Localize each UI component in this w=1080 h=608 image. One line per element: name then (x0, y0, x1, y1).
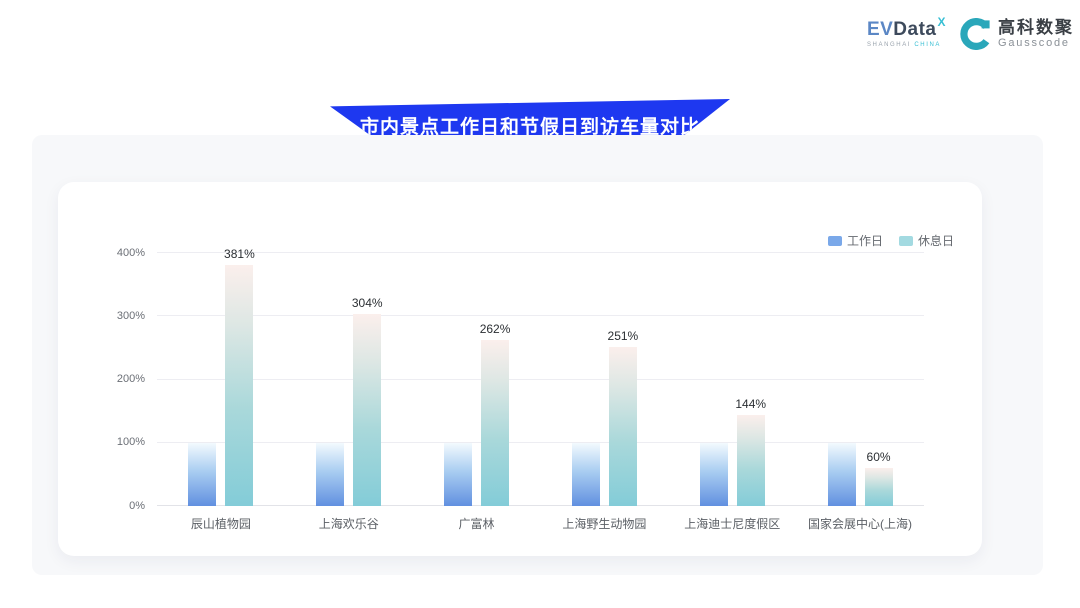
bar-workday[interactable] (444, 443, 472, 506)
evdata-subtext: SHANGHAI CHINA (867, 42, 946, 48)
bar-value-label: 60% (867, 450, 891, 464)
category-label: 上海欢乐谷 (319, 515, 379, 532)
y-axis-tick: 400% (117, 247, 145, 259)
evdata-data-text: Data (893, 20, 936, 39)
bar-workday[interactable] (700, 443, 728, 506)
bar-restday[interactable]: 262% (481, 340, 509, 506)
chart-card: 工作日休息日 0%100%200%300%400%381%辰山植物园304%上海… (58, 182, 982, 556)
bar-value-label: 144% (735, 397, 766, 411)
evdata-subtext-right: CHINA (914, 42, 941, 48)
header-logos: EVDataX SHANGHAI CHINA 高科数聚 Gausscode (867, 18, 1074, 50)
bar-groups: 381%辰山植物园 304%上海欢乐谷 262%广富林 251%上海野生动物园 144%… (157, 253, 924, 506)
evdata-wordmark: EVDataX (867, 20, 946, 39)
gausscode-cn-text: 高科数聚 (998, 19, 1074, 38)
category-label: 上海野生动物园 (562, 515, 646, 532)
category-label: 上海迪士尼度假区 (684, 515, 780, 532)
legend-label-restday: 休息日 (918, 232, 954, 249)
bar-restday[interactable]: 60% (865, 468, 893, 506)
evdata-subtext-left: SHANGHAI (867, 42, 911, 48)
category-label: 国家会展中心(上海) (808, 515, 912, 532)
gausscode-wordmark: 高科数聚 Gausscode (998, 19, 1074, 50)
bar-group: 144%上海迪士尼度假区 (700, 253, 765, 506)
category-label: 辰山植物园 (191, 515, 251, 532)
bar-workday[interactable] (188, 443, 216, 506)
legend-swatch-workday (828, 236, 842, 246)
y-axis-tick: 0% (129, 500, 145, 512)
bar-group: 304%上海欢乐谷 (316, 253, 381, 506)
bar-group: 262%广富林 (444, 253, 509, 506)
legend-swatch-restday (899, 236, 913, 246)
bar-value-label: 251% (608, 329, 639, 343)
bar-chart: 0%100%200%300%400%381%辰山植物园304%上海欢乐谷262%… (157, 253, 924, 506)
y-axis-tick: 200% (117, 373, 145, 385)
bar-value-label: 262% (480, 322, 511, 336)
bar-group: 251%上海野生动物园 (572, 253, 637, 506)
evdata-x-mark: X (937, 16, 946, 28)
bar-workday[interactable] (572, 443, 600, 506)
bar-value-label: 381% (224, 247, 255, 261)
legend-item-workday[interactable]: 工作日 (828, 232, 883, 249)
bar-value-label: 304% (352, 296, 383, 310)
gausscode-en-text: Gausscode (998, 37, 1074, 49)
legend: 工作日 休息日 (828, 232, 954, 249)
gausscode-logo: 高科数聚 Gausscode (960, 18, 1074, 50)
evdata-ev-text: EV (867, 20, 893, 39)
legend-label-workday: 工作日 (847, 232, 883, 249)
evdata-logo: EVDataX SHANGHAI CHINA (867, 20, 946, 48)
legend-item-restday[interactable]: 休息日 (899, 232, 954, 249)
gausscode-icon (960, 18, 992, 50)
bar-restday[interactable]: 304% (353, 314, 381, 506)
bar-group: 381%辰山植物园 (188, 253, 253, 506)
y-axis-tick: 300% (117, 310, 145, 322)
bar-workday[interactable] (316, 443, 344, 506)
bar-group: 60%国家会展中心(上海) (828, 253, 893, 506)
bar-restday[interactable]: 381% (225, 265, 253, 506)
bar-workday[interactable] (828, 443, 856, 506)
bar-restday[interactable]: 144% (737, 415, 765, 506)
chart-panel: 工作日休息日 0%100%200%300%400%381%辰山植物园304%上海… (32, 135, 1043, 575)
category-label: 广富林 (459, 515, 495, 532)
bar-restday[interactable]: 251% (609, 347, 637, 506)
y-axis-tick: 100% (117, 436, 145, 448)
